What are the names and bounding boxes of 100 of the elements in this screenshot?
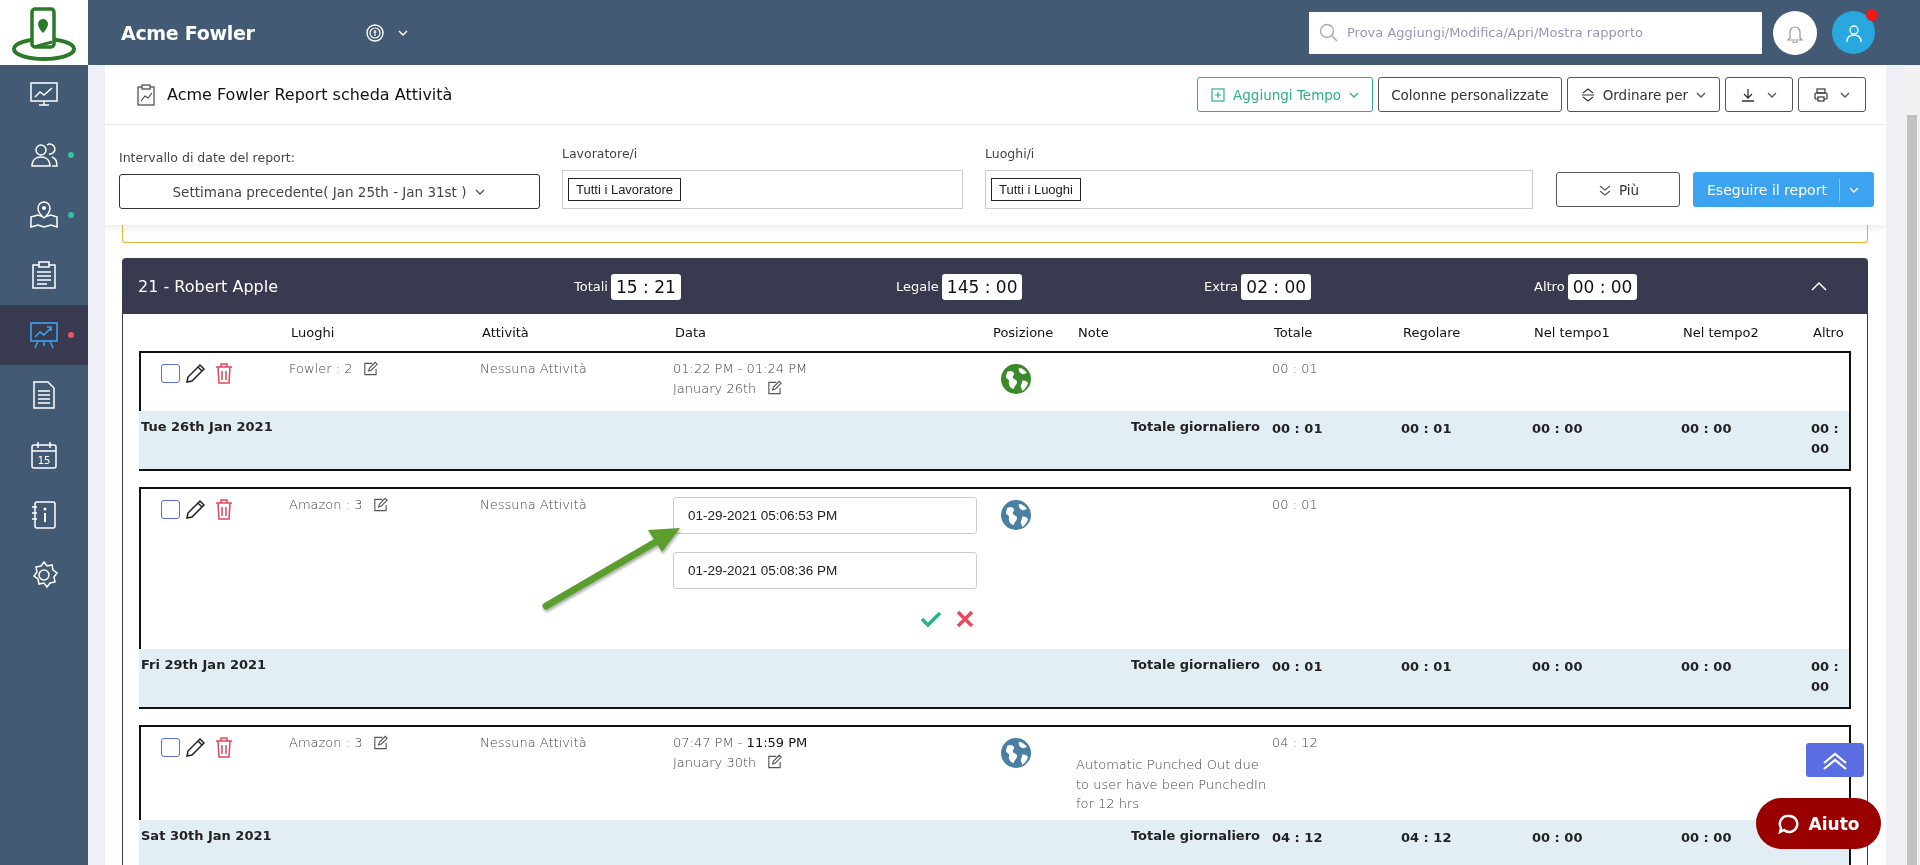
daily-total-label: Totale giornaliero <box>1129 827 1261 843</box>
search-icon <box>1319 22 1339 43</box>
total-label: Extra <box>1204 279 1239 294</box>
field-label: Intervallo di date del report: <box>119 150 296 165</box>
close-icon[interactable] <box>955 609 975 629</box>
activity-name: Nessuna Attività <box>480 735 587 750</box>
daily-total-value: 04 : 12 <box>1401 829 1452 845</box>
profile-button[interactable] <box>1832 11 1875 54</box>
sort-button[interactable]: Ordinare per <box>1566 77 1720 112</box>
edit-icon[interactable] <box>766 754 783 770</box>
column-header: Altro <box>1813 325 1845 340</box>
daily-total-value: 00 : 00 <box>1681 659 1732 674</box>
edit-icon[interactable] <box>362 361 379 377</box>
custom-columns-button[interactable]: Colonne personalizzate <box>1378 77 1562 112</box>
entry-date: January 30th <box>673 754 757 770</box>
total-time: 00 : 01 <box>1272 497 1318 512</box>
field-label: Luoghi/i <box>985 146 1036 161</box>
column-header: Data <box>675 325 708 340</box>
total-label: Totali <box>574 279 608 294</box>
download-button[interactable] <box>1725 77 1793 112</box>
pencil-icon[interactable] <box>184 361 208 385</box>
total-time: 04 : 12 <box>1272 735 1318 750</box>
column-header: Attività <box>482 325 530 340</box>
place-name: Fowler : 2 <box>289 361 353 376</box>
edit-icon[interactable] <box>372 497 389 513</box>
note-text: Automatic Punched Out due to user have been PunchedIn for 12 hrs <box>1076 756 1268 813</box>
sidebar-item[interactable] <box>0 305 88 365</box>
column-header: Nel tempo1 <box>1534 325 1611 340</box>
report-title: Acme Fowler Report scheda Attività <box>167 85 453 104</box>
map-pin-icon <box>28 199 60 231</box>
total-value: 15 : 21 <box>611 273 681 300</box>
notifications-button[interactable] <box>1773 10 1817 55</box>
checkbox[interactable] <box>161 500 180 519</box>
app-name: Acme Fowler <box>121 21 255 44</box>
download-icon <box>1740 86 1756 103</box>
checkbox[interactable] <box>161 738 180 757</box>
daily-total-value: 00 : 01 <box>1272 659 1323 674</box>
checkbox[interactable] <box>161 364 180 383</box>
date-range-dropdown[interactable]: Settimana precedente( Jan 25th - Jan 31st ) <box>119 174 540 209</box>
column-header: Posizione <box>993 325 1055 340</box>
daily-total-value: 00 : 00 <box>1532 829 1583 845</box>
end-time-field[interactable]: 01-29-2021 05:08:36 PM <box>673 552 977 589</box>
print-button[interactable] <box>1798 77 1866 112</box>
chat-icon <box>1777 812 1800 835</box>
total-value: 00 : 00 <box>1567 273 1638 300</box>
time-range: 01:22 PM - 01:24 PM <box>673 361 808 376</box>
employee-name: 21 - Robert Apple <box>138 277 279 296</box>
workers-field[interactable]: Tutti i Lavoratore <box>562 170 963 209</box>
edit-icon[interactable] <box>372 735 389 751</box>
presentation-chart-icon <box>28 319 60 351</box>
column-header: Nel tempo2 <box>1683 325 1760 340</box>
daily-total-value: 04 : 12 <box>1272 829 1323 845</box>
filter-tag[interactable]: Tutti i Lavoratore <box>568 178 682 201</box>
pencil-icon[interactable] <box>184 497 208 521</box>
column-header: Regolare <box>1403 325 1462 340</box>
coin-icon[interactable] <box>364 22 385 43</box>
day-date: Sat 30th Jan 2021 <box>140 827 273 843</box>
scrollbar[interactable] <box>1903 65 1920 865</box>
column-header: Note <box>1078 325 1110 340</box>
total-label: Legale <box>896 279 939 294</box>
scrollbar-thumb[interactable] <box>1906 115 1917 865</box>
scroll-to-top-button[interactable] <box>1806 743 1864 777</box>
activity-name: Nessuna Attività <box>480 361 587 376</box>
help-button[interactable]: Aiuto <box>1756 798 1881 849</box>
printer-icon <box>1813 86 1829 103</box>
activity-name: Nessuna Attività <box>480 497 587 512</box>
places-field[interactable]: Tutti i Luoghi <box>985 170 1533 209</box>
daily-total-value: 00 : 01 <box>1401 659 1452 674</box>
daily-total-value: 00 : 00 <box>1811 659 1839 695</box>
checkmark-icon[interactable] <box>919 609 943 629</box>
place-name: Amazon : 3 <box>289 497 363 512</box>
total-value: 145 : 00 <box>941 273 1023 300</box>
daily-total-value: 00 : 00 <box>1681 829 1732 845</box>
daily-total-value: 00 : 00 <box>1811 421 1839 457</box>
start-time-field[interactable]: 01-29-2021 05:06:53 PM <box>673 497 977 534</box>
day-date: Tue 26th Jan 2021 <box>140 419 274 434</box>
filter-tag[interactable]: Tutti i Luoghi <box>991 178 1081 201</box>
daily-total-value: 00 : 00 <box>1532 659 1583 674</box>
sort-icon <box>1579 86 1596 103</box>
clipboard-chart-icon <box>135 82 157 107</box>
search-field[interactable]: Prova Aggiungi/Modifica/Apri/Mostra rapporto <box>1309 11 1762 54</box>
user-icon <box>1843 22 1864 43</box>
plus-square-icon <box>1210 86 1227 103</box>
column-header: Luoghi <box>291 325 336 340</box>
day-date: Fri 29th Jan 2021 <box>140 657 268 672</box>
daily-total-value: 00 : 00 <box>1681 421 1732 436</box>
daily-total-value: 00 : 01 <box>1401 421 1452 436</box>
more-button[interactable]: Più <box>1556 172 1680 207</box>
daily-total-value: 00 : 01 <box>1272 421 1323 436</box>
sidebar-item[interactable]: 15 <box>0 425 88 485</box>
entry-date: January 26th <box>673 380 757 396</box>
daily-total-value: 00 : 00 <box>1532 421 1583 436</box>
daily-total-label: Totale giornaliero <box>1129 657 1261 672</box>
column-header: Totale <box>1274 325 1314 340</box>
edit-icon[interactable] <box>766 380 783 396</box>
pencil-icon[interactable] <box>184 735 208 759</box>
total-label: Altro <box>1534 279 1565 294</box>
total-value: 02 : 00 <box>1241 273 1312 300</box>
place-name: Amazon : 3 <box>289 735 363 750</box>
time-range: 07:47 PM - 11:59 PM <box>673 735 808 750</box>
